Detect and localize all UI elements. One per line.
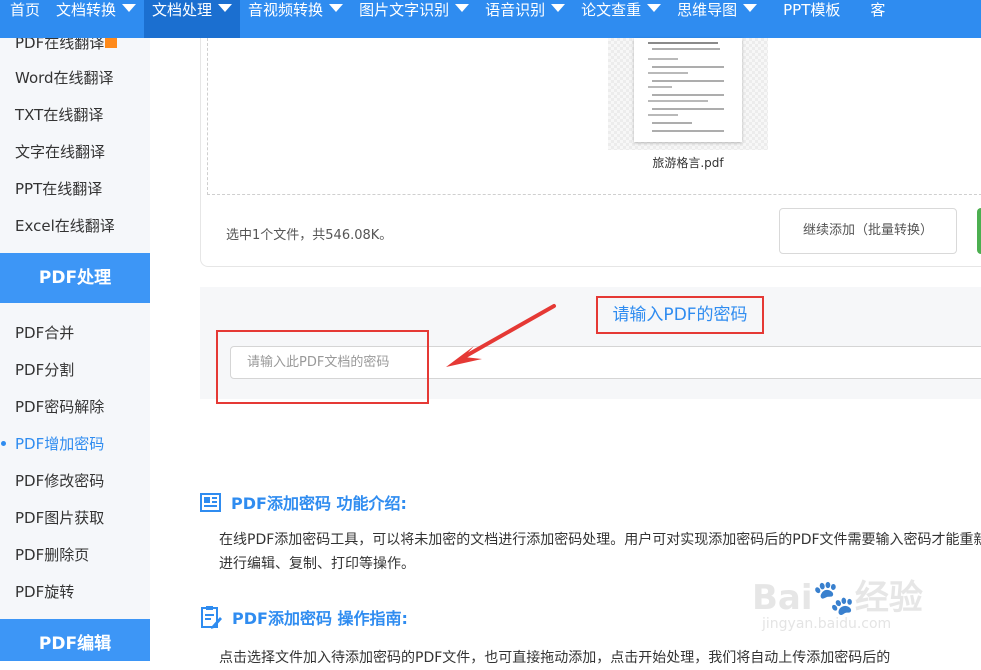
sidebar-item-excel-translate[interactable]: Excel在线翻译 (15, 215, 115, 236)
sidebar-item-txt-translate[interactable]: TXT在线翻译 (15, 104, 103, 125)
doc-text-line (652, 94, 724, 96)
sidebar-item-pdf-split[interactable]: PDF分割 (15, 359, 74, 380)
nav-doc-convert-label: 文档转换 (56, 1, 117, 19)
doc-text-line (648, 72, 688, 74)
doc-text-line (648, 42, 718, 44)
nav-speech-label: 语音识别 (485, 1, 546, 19)
active-indicator-dot (1, 441, 6, 446)
nav-home[interactable]: 首页 (0, 0, 48, 38)
sidebar-item-pdf-add-password[interactable]: PDF增加密码 (15, 433, 104, 454)
nav-doc-process-label: 文档处理 (152, 1, 213, 19)
nav-mindmap[interactable]: 思维导图 (669, 0, 765, 38)
sidebar-header-pdf-edit: PDF编辑 (0, 619, 150, 661)
sidebar-item-pdf-extract-images[interactable]: PDF图片获取 (15, 507, 104, 528)
file-name: 旅游格言.pdf (652, 156, 724, 170)
sidebar-item-ppt-translate[interactable]: PPT在线翻译 (15, 178, 102, 199)
nav-ocr-label: 图片文字识别 (359, 1, 450, 19)
chevron-down-icon (455, 4, 470, 12)
annotation-arrow-icon (446, 304, 556, 367)
sidebar-item-label: PDF密码解除 (15, 398, 105, 416)
edit-document-icon (201, 606, 222, 629)
sidebar-item-label: PDF图片获取 (15, 509, 105, 527)
sidebar-item-word-translate[interactable]: Word在线翻译 (15, 67, 114, 88)
sidebar-item-pdf-translate[interactable]: PDF在线翻译 (15, 38, 118, 53)
chevron-down-icon (218, 4, 233, 12)
password-input[interactable] (230, 346, 981, 379)
watermark-main: Bai🐾经验 (752, 578, 923, 618)
sidebar-item-pdf-merge[interactable]: PDF合并 (15, 322, 74, 343)
nav-client[interactable]: 客 (848, 0, 893, 38)
doc-text-line (652, 122, 692, 124)
hot-badge-icon (105, 38, 118, 48)
doc-text-line (652, 66, 724, 68)
annotation-box-title: 请输入PDF的密码 (596, 296, 764, 334)
nav-av-convert-label: 音视频转换 (248, 1, 324, 19)
document-icon (200, 492, 221, 512)
sidebar-header-pdf-process: PDF处理 (0, 253, 150, 303)
password-title: 请输入PDF的密码 (612, 305, 748, 325)
watermark-url: jingyan.baidu.com (762, 616, 892, 632)
doc-text-line (652, 130, 724, 132)
sidebar-item-pdf-rotate[interactable]: PDF旋转 (15, 581, 74, 602)
nav-ppt-template[interactable]: PPT模板 (765, 0, 848, 38)
intro-section-header: PDF添加密码 功能介绍: (200, 490, 407, 514)
doc-text-line (652, 48, 720, 50)
nav-ppt-template-label: PPT模板 (783, 1, 841, 19)
nav-home-label: 首页 (10, 1, 41, 19)
add-more-files-button[interactable]: 继续添加（批量转换） (779, 208, 957, 254)
sidebar-item-label: TXT在线翻译 (15, 106, 104, 124)
nav-doc-convert[interactable]: 文档转换 (48, 0, 144, 38)
sidebar-item-label: Word在线翻译 (15, 69, 114, 87)
sidebar-item-pdf-change-password[interactable]: PDF修改密码 (15, 470, 104, 491)
sidebar-item-label: Excel在线翻译 (15, 217, 115, 235)
file-drop-zone[interactable]: 旅游格言.pdf (207, 38, 981, 195)
sidebar-item-label: PDF删除页 (15, 546, 90, 564)
upload-panel: 旅游格言.pdf 选中1个文件，共546.08K。 继续添加（批量转换） (200, 38, 981, 267)
doc-text-line (648, 114, 678, 116)
sidebar-item-label: PDF增加密码 (15, 435, 105, 453)
nav-doc-process[interactable]: 文档处理 (144, 0, 241, 38)
chevron-down-icon (551, 4, 566, 12)
sidebar-item-label: PPT在线翻译 (15, 180, 103, 198)
nav-mindmap-label: 思维导图 (677, 1, 738, 19)
doc-text-line (652, 80, 724, 82)
pdf-thumbnail[interactable] (634, 38, 742, 142)
doc-text-line (648, 86, 672, 88)
nav-speech[interactable]: 语音识别 (477, 0, 573, 38)
sidebar-item-label: 文字在线翻译 (15, 143, 106, 161)
guide-title: PDF添加密码 操作指南: (232, 609, 408, 628)
chevron-down-icon (647, 4, 662, 12)
intro-title: PDF添加密码 功能介绍: (231, 494, 407, 513)
guide-section-header: PDF添加密码 操作指南: (200, 605, 408, 629)
sidebar-item-label: PDF分割 (15, 361, 75, 379)
sidebar-item-pdf-unlock[interactable]: PDF密码解除 (15, 396, 104, 417)
sidebar-item-pdf-delete-pages[interactable]: PDF删除页 (15, 544, 89, 565)
nav-plagiarism[interactable]: 论文查重 (573, 0, 669, 38)
chevron-down-icon (122, 4, 137, 12)
chevron-down-icon (329, 4, 344, 12)
sidebar-item-label: PDF旋转 (15, 583, 75, 601)
start-process-button[interactable] (977, 208, 981, 254)
doc-text-line (648, 58, 678, 60)
top-navigation: 首页 文档转换 文档处理 音视频转换 图片文字识别 语音识别 论文查重 思维导图… (0, 0, 981, 38)
sidebar-item-label: PDF修改密码 (15, 472, 105, 490)
nav-client-label: 客 (870, 1, 886, 19)
doc-text-line (652, 108, 724, 110)
nav-plagiarism-label: 论文查重 (581, 1, 642, 19)
chevron-down-icon (743, 4, 758, 12)
file-summary: 选中1个文件，共546.08K。 (226, 228, 393, 243)
nav-ocr[interactable]: 图片文字识别 (351, 0, 477, 38)
sidebar: PDF在线翻译 Word在线翻译 TXT在线翻译 文字在线翻译 PPT在线翻译 … (0, 38, 150, 661)
sidebar-item-label: PDF在线翻译 (15, 38, 105, 52)
doc-text-line (648, 100, 708, 102)
sidebar-item-text-translate[interactable]: 文字在线翻译 (15, 141, 105, 162)
nav-av-convert[interactable]: 音视频转换 (240, 0, 351, 38)
password-panel: 请输入PDF的密码 (200, 287, 981, 399)
sidebar-item-label: PDF合并 (15, 324, 75, 342)
baidu-jingyan-watermark: Bai🐾经验 jingyan.baidu.com (752, 552, 981, 652)
